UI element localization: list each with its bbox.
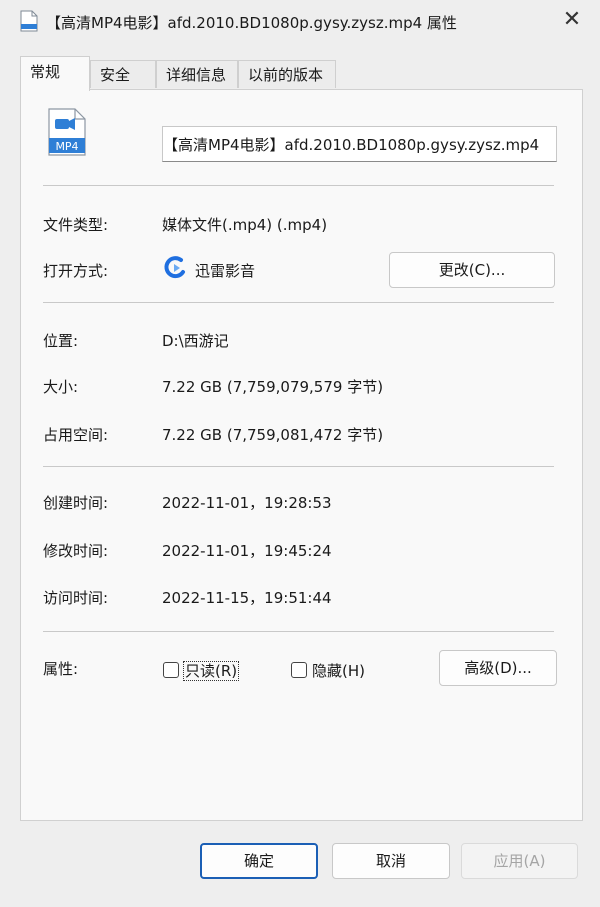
modified-value: 2022-11-01，19:45:24 [162,542,332,560]
disk-size-label: 占用空间: [43,426,109,444]
separator [43,466,554,467]
accessed-label: 访问时间: [43,589,109,607]
xunlei-player-icon [164,256,185,279]
close-icon: ✕ [562,7,582,32]
readonly-checkbox[interactable] [163,662,179,678]
cancel-button[interactable]: 取消 [332,843,450,879]
readonly-label[interactable]: 只读(R) [183,660,240,681]
tab-previous-versions[interactable]: 以前的版本 [238,60,336,88]
tab-label: 安全 [100,66,131,84]
location-label: 位置: [43,332,79,350]
separator [43,185,554,186]
opens-with-label: 打开方式: [43,262,109,280]
tab-label: 详细信息 [166,66,227,84]
file-icon [20,10,38,32]
tab-general[interactable]: 常规 [20,56,90,91]
opens-with-app: 迅雷影音 [195,262,256,280]
advanced-button[interactable]: 高级(D)... [439,650,557,686]
disk-size-value: 7.22 GB (7,759,081,472 字节) [162,426,384,444]
mp4-file-icon: MP4 [48,108,86,156]
separator [43,631,554,632]
size-value: 7.22 GB (7,759,079,579 字节) [162,378,384,396]
apply-button[interactable]: 应用(A) [461,843,578,879]
tab-label: 以前的版本 [248,66,324,84]
title-bar: 【高清MP4电影】afd.2010.BD1080p.gysy.zysz.mp4 … [0,0,600,46]
tab-details[interactable]: 详细信息 [156,60,238,88]
tab-label: 常规 [30,63,61,81]
file-type-value: 媒体文件(.mp4) (.mp4) [162,216,328,234]
hidden-checkbox[interactable] [291,662,307,678]
created-label: 创建时间: [43,494,109,512]
attributes-label: 属性: [43,660,79,678]
file-type-label: 文件类型: [43,216,109,234]
ok-button[interactable]: 确定 [200,843,318,879]
location-value: D:\西游记 [162,332,229,350]
general-panel: MP4 文件类型: 媒体文件(.mp4) (.mp4) 打开方式: 迅雷影音 更… [20,89,583,821]
modified-label: 修改时间: [43,542,109,560]
size-label: 大小: [43,378,79,396]
separator [43,302,554,303]
readonly-label-text: 只读(R) [183,661,240,681]
tab-security[interactable]: 安全 [90,60,156,88]
window-title: 【高清MP4电影】afd.2010.BD1080p.gysy.zysz.mp4 … [46,14,457,32]
close-button[interactable]: ✕ [558,6,586,34]
filename-input[interactable] [162,126,557,162]
hidden-label[interactable]: 隐藏(H) [312,660,365,681]
mp4-badge-text: MP4 [55,140,78,153]
created-value: 2022-11-01，19:28:53 [162,494,332,512]
change-button[interactable]: 更改(C)... [389,252,555,288]
accessed-value: 2022-11-15，19:51:44 [162,589,332,607]
